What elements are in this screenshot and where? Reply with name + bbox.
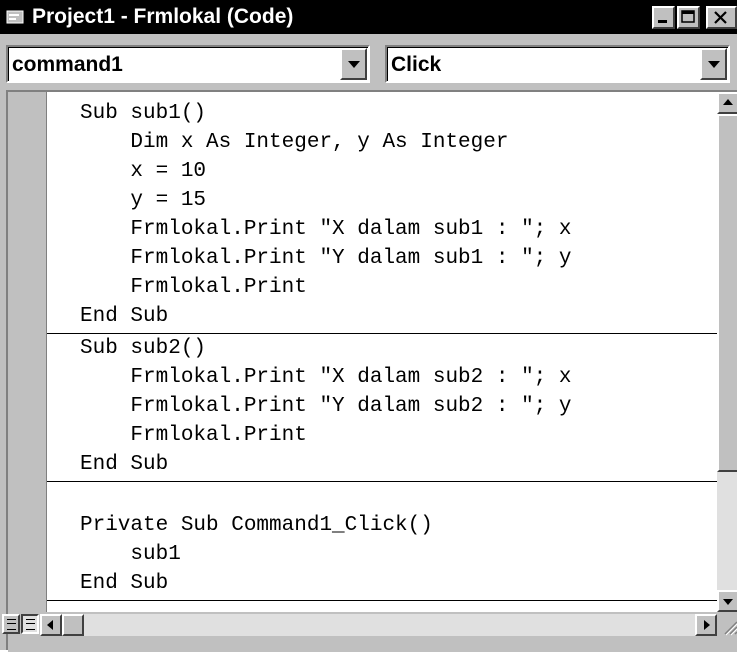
code-line[interactable]: Sub sub1() bbox=[80, 100, 206, 128]
full-module-view-button[interactable] bbox=[21, 614, 39, 634]
scroll-left-button[interactable] bbox=[40, 614, 62, 636]
chevron-down-icon bbox=[347, 61, 360, 68]
full-module-view-icon bbox=[26, 619, 35, 630]
procedure-separator bbox=[47, 333, 717, 334]
close-button[interactable] bbox=[706, 6, 737, 29]
code-line[interactable]: Frmlokal.Print "X dalam sub1 : "; x bbox=[80, 216, 571, 244]
scroll-right-button[interactable] bbox=[695, 614, 717, 636]
margin-indicator-bar[interactable] bbox=[8, 92, 47, 612]
code-window-icon bbox=[6, 10, 24, 24]
maximize-icon bbox=[681, 10, 695, 23]
horizontal-scroll-thumb[interactable] bbox=[62, 614, 84, 636]
window-title: Project1 - Frmlokal (Code) bbox=[32, 5, 294, 28]
scroll-up-button[interactable] bbox=[717, 92, 737, 114]
resize-grip-icon bbox=[724, 621, 737, 636]
procedure-separator bbox=[47, 600, 717, 601]
size-grip[interactable] bbox=[717, 614, 737, 636]
bottom-bar bbox=[2, 612, 737, 652]
code-editor[interactable]: Sub sub1() Dim x As Integer, y As Intege… bbox=[47, 92, 717, 612]
arrow-down-icon bbox=[723, 599, 733, 605]
title-bar[interactable]: Project1 - Frmlokal (Code) bbox=[0, 0, 737, 34]
arrow-left-icon bbox=[47, 620, 53, 630]
arrow-up-icon bbox=[723, 99, 733, 105]
code-line[interactable]: x = 10 bbox=[80, 158, 206, 186]
procedure-separator bbox=[47, 481, 717, 482]
procedure-view-button[interactable] bbox=[2, 614, 20, 634]
arrow-right-icon bbox=[704, 620, 710, 630]
code-line[interactable]: End Sub bbox=[80, 303, 168, 331]
horizontal-scrollbar[interactable] bbox=[40, 614, 717, 636]
code-pane: Sub sub1() Dim x As Integer, y As Intege… bbox=[2, 90, 737, 652]
code-window: Project1 - Frmlokal (Code) command1 Clic… bbox=[0, 0, 737, 652]
procedure-combo-dropdown-button[interactable] bbox=[700, 48, 727, 80]
code-line[interactable]: Frmlokal.Print "Y dalam sub2 : "; y bbox=[80, 393, 571, 421]
procedure-combo[interactable]: Click bbox=[385, 45, 730, 83]
code-line[interactable]: End Sub bbox=[80, 570, 168, 598]
close-icon bbox=[714, 11, 727, 24]
minimize-icon bbox=[658, 20, 667, 23]
vertical-scrollbar[interactable] bbox=[717, 92, 737, 612]
code-line[interactable]: Frmlokal.Print bbox=[80, 422, 306, 450]
code-line[interactable]: End Sub bbox=[80, 451, 168, 479]
maximize-button[interactable] bbox=[677, 6, 700, 29]
object-combo-value: command1 bbox=[12, 53, 123, 76]
procedure-view-icon bbox=[7, 619, 16, 630]
code-line[interactable]: Frmlokal.Print "X dalam sub2 : "; x bbox=[80, 364, 571, 392]
object-combo[interactable]: command1 bbox=[6, 45, 370, 83]
minimize-button[interactable] bbox=[652, 6, 675, 29]
vertical-scroll-thumb[interactable] bbox=[717, 114, 737, 472]
code-line[interactable]: Sub sub2() bbox=[80, 335, 206, 363]
code-line[interactable]: Frmlokal.Print "Y dalam sub1 : "; y bbox=[80, 245, 571, 273]
object-combo-dropdown-button[interactable] bbox=[340, 48, 367, 80]
chevron-down-icon bbox=[707, 61, 720, 68]
code-line[interactable]: Dim x As Integer, y As Integer bbox=[80, 129, 508, 157]
code-line[interactable]: Private Sub Command1_Click() bbox=[80, 512, 433, 540]
code-line[interactable]: Frmlokal.Print bbox=[80, 274, 306, 302]
scroll-down-button[interactable] bbox=[717, 590, 737, 612]
procedure-combo-value: Click bbox=[391, 53, 442, 76]
code-line[interactable]: sub1 bbox=[80, 541, 180, 569]
code-line[interactable]: y = 15 bbox=[80, 187, 206, 215]
